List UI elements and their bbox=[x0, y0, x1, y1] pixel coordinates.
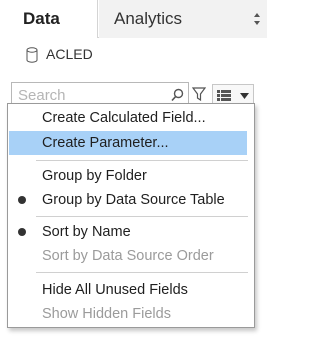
menu-separator bbox=[36, 272, 248, 273]
up-down-arrows-icon[interactable] bbox=[253, 12, 261, 26]
menu-item-label: Show Hidden Fields bbox=[42, 306, 171, 322]
filter-icon[interactable] bbox=[192, 87, 206, 102]
chevron-down-icon bbox=[240, 93, 249, 99]
side-pane-tabs: Data Analytics bbox=[0, 0, 267, 38]
menu-item-label: Group by Folder bbox=[42, 168, 147, 184]
menu-item-label: Hide All Unused Fields bbox=[42, 282, 188, 298]
menu-item-sort-by-data-source-order: Sort by Data Source Order bbox=[8, 244, 254, 268]
menu-separator bbox=[36, 216, 248, 217]
search-input[interactable] bbox=[18, 86, 168, 104]
checked-bullet-icon bbox=[18, 228, 26, 236]
menu-item-label: Sort by Name bbox=[42, 224, 131, 240]
database-icon bbox=[26, 47, 38, 63]
search-icon[interactable] bbox=[171, 88, 184, 102]
tab-analytics[interactable]: Analytics bbox=[99, 0, 267, 38]
menu-item-sort-by-name[interactable]: Sort by Name bbox=[8, 220, 254, 244]
menu-item-show-hidden-fields: Show Hidden Fields bbox=[8, 302, 254, 326]
data-source-row[interactable]: ACLED bbox=[0, 38, 267, 76]
menu-item-group-by-data-source-table[interactable]: Group by Data Source Table bbox=[8, 188, 254, 212]
menu-item-label: Create Parameter... bbox=[42, 135, 169, 151]
checked-bullet-icon bbox=[18, 196, 26, 204]
tab-data-label: Data bbox=[23, 9, 60, 28]
tab-data[interactable]: Data bbox=[0, 0, 98, 38]
menu-item-create-calculated-field[interactable]: Create Calculated Field... bbox=[8, 106, 254, 130]
list-view-icon bbox=[217, 90, 231, 101]
menu-separator bbox=[36, 160, 248, 161]
tab-analytics-label: Analytics bbox=[114, 9, 183, 28]
menu-item-create-parameter[interactable]: Create Parameter... bbox=[9, 131, 247, 155]
menu-item-hide-all-unused-fields[interactable]: Hide All Unused Fields bbox=[8, 278, 254, 302]
menu-item-label: Sort by Data Source Order bbox=[42, 248, 214, 264]
view-options-menu: Create Calculated Field... Create Parame… bbox=[7, 103, 255, 328]
menu-item-label: Group by Data Source Table bbox=[42, 192, 225, 208]
menu-item-label: Create Calculated Field... bbox=[42, 110, 206, 126]
data-source-name: ACLED bbox=[46, 46, 93, 62]
menu-item-group-by-folder[interactable]: Group by Folder bbox=[8, 164, 254, 188]
